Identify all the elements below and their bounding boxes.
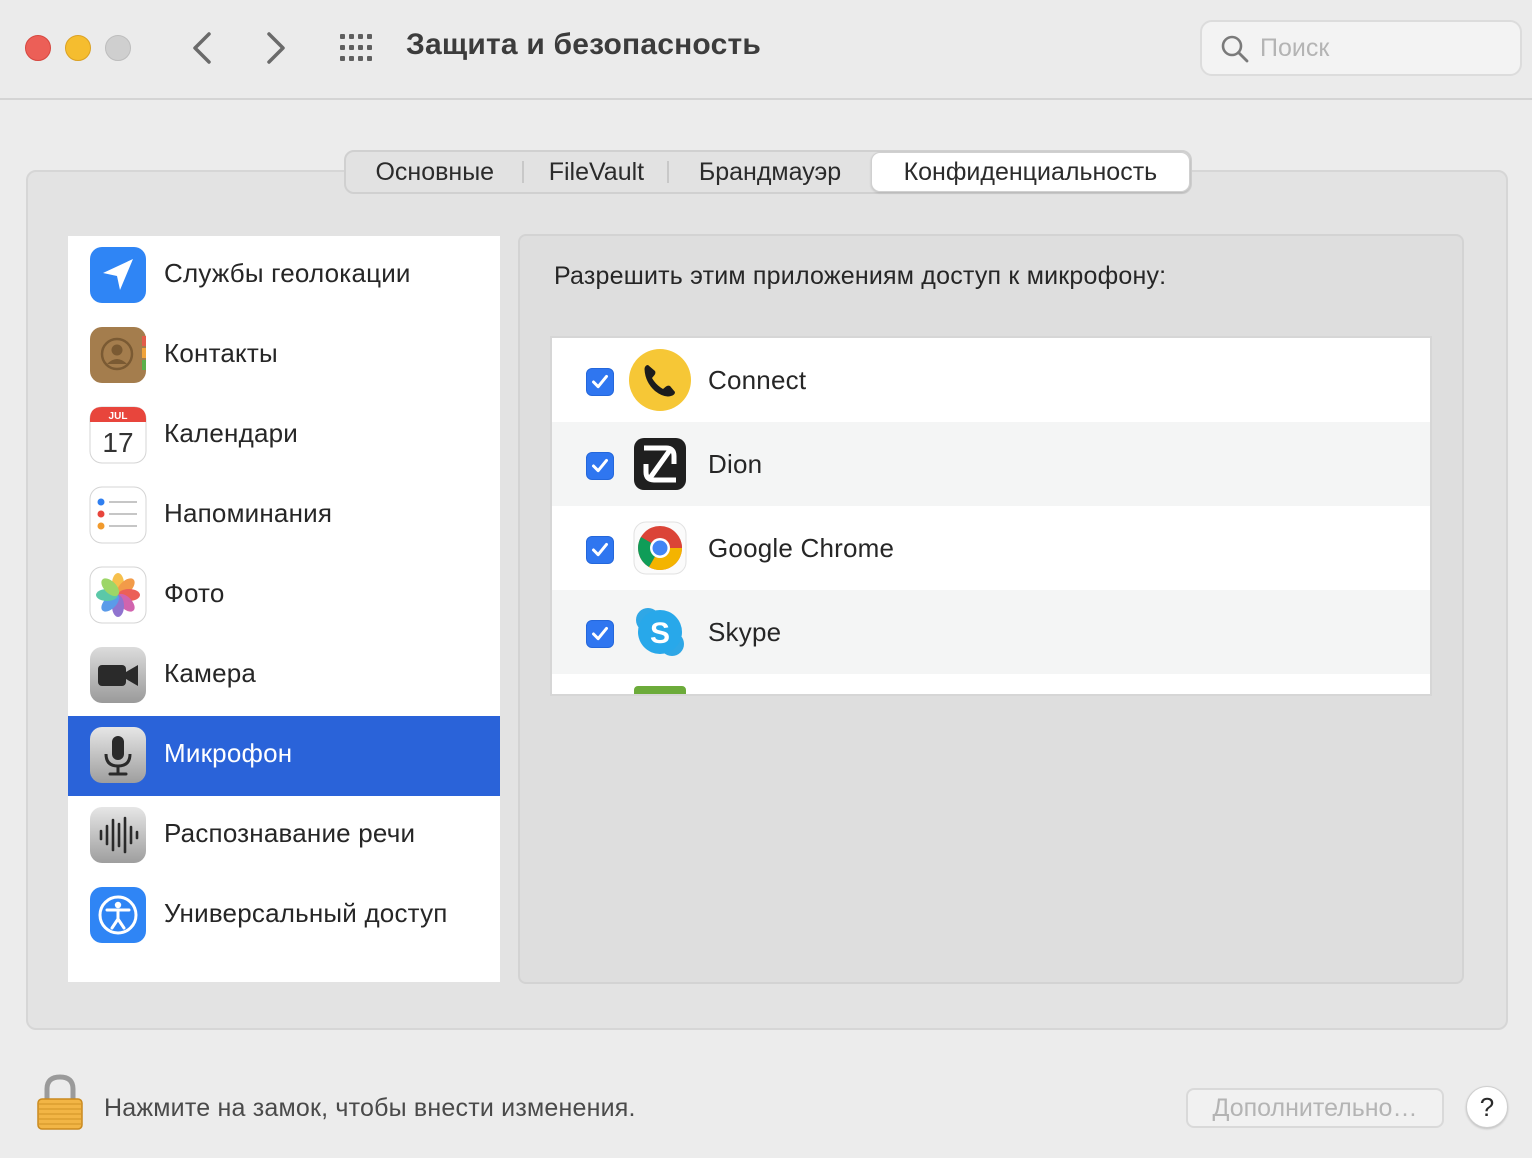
location-arrow-icon: [90, 247, 146, 303]
titlebar: Защита и безопасность: [0, 0, 1532, 100]
connect-phone-icon: [629, 349, 691, 411]
tab-privacy[interactable]: Конфиденциальность: [870, 152, 1190, 192]
sidebar-item-accessibility[interactable]: Универсальный доступ: [68, 876, 500, 956]
privacy-category-list: Службы геолокации Контакты JUL 17 Календ…: [68, 236, 500, 982]
sidebar-item-speech-recognition[interactable]: Распознавание речи: [68, 796, 500, 876]
apps-access-heading: Разрешить этим приложениям доступ к микр…: [554, 262, 1167, 290]
search-field[interactable]: [1200, 20, 1522, 76]
app-checkbox[interactable]: [586, 536, 614, 564]
contacts-icon: [90, 327, 146, 383]
calendar-icon: JUL 17: [89, 406, 147, 464]
tab-bar: Основные FileVault Брандмауэр Конфиденци…: [344, 150, 1192, 194]
speech-recognition-icon: [90, 807, 146, 863]
app-name: Dion: [708, 449, 763, 479]
chevron-left-icon: [193, 32, 211, 64]
lock-hint-text: Нажмите на замок, чтобы внести изменения…: [104, 1094, 636, 1122]
show-all-button[interactable]: [336, 30, 380, 66]
sidebar-item-location[interactable]: Службы геолокации: [68, 236, 500, 316]
advanced-button[interactable]: Дополнительно…: [1186, 1088, 1444, 1128]
sidebar-item-label: Службы геолокации: [164, 258, 411, 288]
reminders-icon: [89, 486, 147, 544]
table-row[interactable]: Dion: [552, 422, 1430, 506]
svg-text:17: 17: [102, 427, 133, 458]
zoom-window-button[interactable]: [105, 35, 131, 61]
sidebar-item-photos[interactable]: Фото: [68, 556, 500, 636]
sidebar-item-label: Универсальный доступ: [164, 898, 448, 928]
back-button[interactable]: [182, 28, 222, 68]
sidebar-item-label: Календари: [164, 418, 299, 448]
accessibility-icon: [90, 887, 146, 943]
tab-filevault[interactable]: FileVault: [524, 152, 670, 192]
app-permission-list[interactable]: Connect Dion Google Chrome S Skype: [550, 336, 1432, 696]
sidebar-item-label: Контакты: [164, 338, 278, 368]
sidebar-item-contacts[interactable]: Контакты: [68, 316, 500, 396]
svg-text:JUL: JUL: [109, 411, 128, 422]
tab-firewall[interactable]: Брандмауэр: [669, 152, 871, 192]
sidebar-item-label: Напоминания: [164, 498, 333, 528]
lock-icon[interactable]: [34, 1072, 86, 1132]
table-row[interactable]: Google Chrome: [552, 506, 1430, 590]
app-name: Google Chrome: [708, 533, 895, 563]
help-button[interactable]: ?: [1466, 1086, 1508, 1128]
camera-icon: [90, 647, 146, 703]
app-checkbox[interactable]: [586, 452, 614, 480]
table-row[interactable]: [552, 674, 1430, 694]
forward-button[interactable]: [256, 28, 296, 68]
minimize-window-button[interactable]: [65, 35, 91, 61]
table-row[interactable]: Connect: [552, 338, 1430, 422]
tab-general[interactable]: Основные: [346, 152, 524, 192]
svg-text:S: S: [650, 617, 670, 650]
chrome-icon: [633, 521, 687, 575]
microphone-icon: [90, 727, 146, 783]
photos-icon: [89, 566, 147, 624]
skype-icon: S: [636, 608, 684, 656]
sidebar-item-label: Микрофон: [164, 738, 293, 768]
sidebar-item-microphone[interactable]: Микрофон: [68, 716, 500, 796]
sidebar-item-camera[interactable]: Камера: [68, 636, 500, 716]
table-row[interactable]: S Skype: [552, 590, 1430, 674]
grid-icon: [340, 34, 372, 61]
window-title: Защита и безопасность: [406, 28, 761, 61]
search-icon: [1221, 35, 1249, 63]
sidebar-item-label: Камера: [164, 658, 257, 688]
sidebar-item-label: Фото: [164, 578, 225, 608]
app-name: Connect: [708, 365, 807, 395]
close-window-button[interactable]: [25, 35, 51, 61]
chevron-right-icon: [267, 32, 285, 64]
sidebar-item-reminders[interactable]: Напоминания: [68, 476, 500, 556]
app-icon: [634, 686, 686, 694]
sidebar-item-calendars[interactable]: JUL 17 Календари: [68, 396, 500, 476]
app-checkbox[interactable]: [586, 368, 614, 396]
sidebar-item-label: Распознавание речи: [164, 818, 416, 848]
dion-icon: [634, 438, 686, 490]
app-name: Skype: [708, 617, 782, 647]
app-checkbox[interactable]: [586, 620, 614, 648]
search-input[interactable]: [1260, 30, 1510, 66]
